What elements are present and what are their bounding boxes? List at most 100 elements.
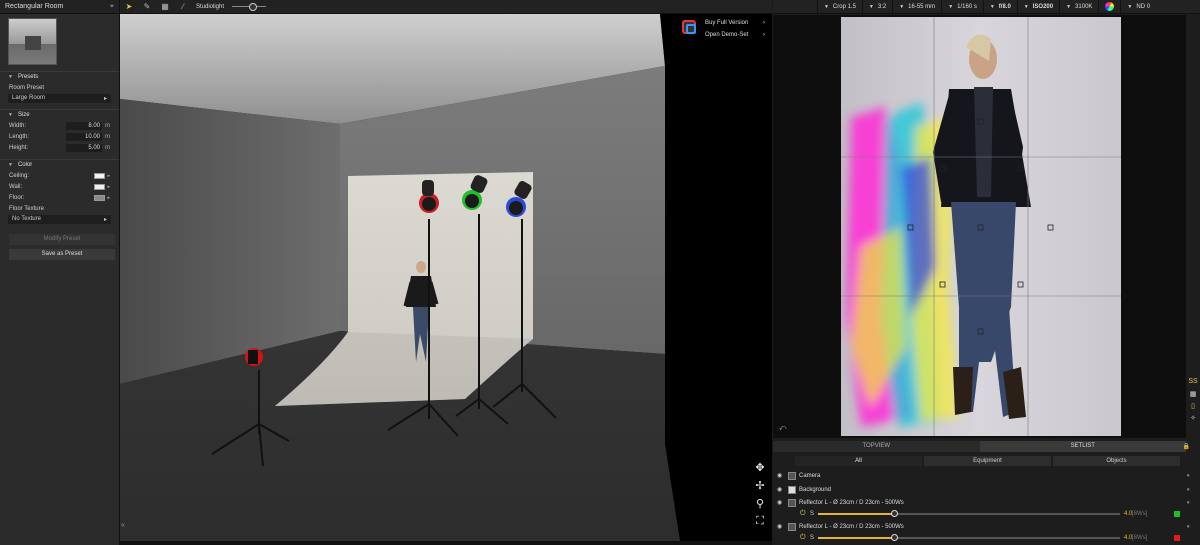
chevron-right-icon[interactable]: ▸ — [107, 173, 110, 179]
iso-selector[interactable]: ▼ ISO200 — [1016, 0, 1059, 14]
filter-objects[interactable]: Objects — [1053, 456, 1180, 466]
lock-icon[interactable]: ● — [1186, 524, 1190, 530]
power-slider-label: S — [810, 535, 815, 541]
power-icon[interactable]: ⏻ — [800, 534, 810, 542]
chevron-right-icon: › — [763, 32, 765, 38]
shutter-selector[interactable]: ▼ 1/160 s — [941, 0, 983, 14]
collapse-triangle-icon[interactable]: ▼ — [8, 112, 13, 118]
crop-selector[interactable]: ▼ Crop 1.5 — [816, 0, 862, 14]
tab-setlist[interactable]: SETLIST — [979, 441, 1186, 452]
ceiling-label: Ceiling: — [9, 172, 30, 179]
color-wheel-button[interactable] — [1098, 0, 1120, 14]
light-1-color-chip[interactable] — [1174, 511, 1180, 517]
grid-icon[interactable]: ▦ — [160, 2, 170, 11]
studio-scene[interactable] — [120, 14, 772, 541]
aspect-selector[interactable]: ▼ 3:2 — [861, 0, 892, 14]
viewport-toolbar: ➤ ✎ ▦ ∕ Studiolight — [120, 0, 772, 14]
width-input[interactable]: 8.00 — [66, 121, 102, 130]
setlist-item-light-2[interactable]: ◉ Reflector L - Ø 23cm / D 23cm - 500Ws … — [773, 521, 1200, 532]
white-balance-selector[interactable]: ▼ 3100K — [1059, 0, 1098, 14]
filter-all[interactable]: All — [795, 456, 922, 466]
floor-label: Floor: — [9, 194, 25, 201]
wall-color-swatch[interactable] — [94, 183, 106, 190]
camera-preview-area: ⤺ — [773, 15, 1186, 438]
presets-header[interactable]: ▼ Presets — [0, 71, 119, 82]
buy-full-version-label: Buy Full Version — [705, 20, 749, 26]
properties-panel: Rectangular Room ⌖ ▼ Presets Room Preset … — [0, 0, 120, 545]
navigation-controls: ✥ ✢ ⚲ ⛶ — [753, 461, 767, 533]
length-label: Length: — [9, 133, 30, 140]
visibility-eye-icon[interactable]: ◉ — [777, 523, 787, 530]
zoom-icon[interactable]: ⚲ — [753, 497, 767, 511]
visibility-eye-icon[interactable]: ◉ — [777, 472, 787, 479]
camera-panel: ▼ Crop 1.5 ▼ 3:2 ▼ 16-55 mm ▼ 1/160 s ▼ f/8.0… — [773, 0, 1200, 545]
portrait-frame-icon[interactable]: ▯ — [1186, 402, 1200, 414]
open-demo-set-link[interactable]: Open Demo-Set › — [705, 32, 765, 38]
fit-view-icon[interactable]: ⛶ — [753, 515, 767, 529]
lock-icon[interactable]: ● — [1186, 487, 1190, 493]
background-icon — [788, 485, 796, 494]
select-arrow-icon[interactable]: ➤ — [124, 2, 134, 11]
setlist-item-light-1[interactable]: ◉ Reflector L - Ø 23cm / D 23cm - 500Ws … — [773, 497, 1200, 508]
floor-color-swatch[interactable] — [94, 194, 106, 201]
setlist-item-background[interactable]: ◉ Background ● — [773, 484, 1200, 495]
dropdown-triangle-icon: ▼ — [1066, 3, 1072, 10]
lock-icon[interactable]: 🔒 — [1183, 443, 1190, 450]
aperture-selector[interactable]: ▼ f/8.0 — [982, 0, 1017, 14]
modify-preset-button[interactable]: Modify Preset — [9, 234, 115, 245]
visibility-eye-icon[interactable]: ◉ — [777, 486, 787, 493]
pin-icon[interactable]: ⌖ — [110, 3, 114, 10]
focus-point-icon[interactable]: ✧ — [1186, 414, 1200, 426]
floor-texture-dropdown[interactable]: No Texture ▸ — [8, 215, 111, 224]
room-preset-value: Large Room — [12, 95, 46, 101]
collapse-triangle-icon[interactable]: ▼ — [8, 74, 13, 80]
grid-overlay-icon[interactable]: ▦ — [1186, 390, 1200, 402]
room-preset-dropdown[interactable]: Large Room ▸ — [8, 94, 111, 103]
dropdown-triangle-icon: ▼ — [1023, 3, 1029, 10]
orbit-icon[interactable]: ✥ — [753, 461, 767, 475]
safe-frame-icon[interactable]: SS — [1186, 378, 1200, 390]
room-thumbnail[interactable] — [8, 18, 57, 65]
height-input[interactable]: 5.00 — [66, 143, 102, 152]
floor-texture-label: Floor Texture — [9, 205, 44, 212]
light-1-power-slider[interactable] — [818, 510, 1120, 517]
iso-value: ISO200 — [1032, 3, 1054, 10]
power-value: 4.0 — [1124, 511, 1133, 517]
ceiling-color-swatch[interactable] — [94, 172, 106, 179]
filter-equipment[interactable]: Equipment — [924, 456, 1051, 466]
preview-side-toolbar: SS ▦ ▯ ✧ — [1186, 378, 1200, 426]
save-as-preset-button[interactable]: Save as Preset — [9, 249, 115, 260]
light-2-color-chip[interactable] — [1174, 535, 1180, 541]
color-wheel-icon — [1105, 2, 1115, 11]
power-icon[interactable]: ⏻ — [800, 510, 810, 518]
expand-icon[interactable]: ⤺ — [779, 425, 786, 433]
size-header[interactable]: ▼ Size — [0, 109, 119, 120]
nd-selector[interactable]: ▼ ND 0 — [1120, 0, 1156, 14]
reflector-icon — [788, 522, 796, 531]
camera-preview-image[interactable] — [841, 17, 1121, 436]
light-mode-slider[interactable] — [232, 3, 267, 11]
collapse-panel-icon[interactable]: « — [121, 522, 125, 529]
3d-viewport[interactable]: ➤ ✎ ▦ ∕ Studiolight Buy Full Version › O… — [120, 0, 772, 545]
light-2-power-slider[interactable] — [818, 534, 1120, 541]
lens-selector[interactable]: ▼ 16-55 mm — [892, 0, 941, 14]
setlist-item-label: Camera — [799, 472, 821, 479]
setlist-item-label: Reflector L - Ø 23cm / D 23cm - 500Ws — [799, 523, 904, 530]
buy-full-version-link[interactable]: Buy Full Version › — [705, 20, 765, 26]
visibility-eye-icon[interactable]: ◉ — [777, 499, 787, 506]
size-section: ▼ Size Width: 8.00 m Length: 10.00 m Height: 5… — [0, 109, 119, 153]
length-input[interactable]: 10.00 — [66, 132, 102, 141]
setlist-item-camera[interactable]: ◉ Camera ● — [773, 470, 1200, 481]
pen-icon[interactable]: ✎ — [142, 2, 152, 11]
dropdown-triangle-icon: ▼ — [823, 3, 829, 10]
chevron-right-icon[interactable]: ▸ — [107, 195, 110, 201]
lock-icon[interactable]: ● — [1186, 473, 1190, 479]
measure-line-icon[interactable]: ∕ — [178, 2, 188, 11]
pan-icon[interactable]: ✢ — [753, 479, 767, 493]
room-preset-label: Room Preset — [9, 84, 45, 91]
chevron-right-icon[interactable]: ▸ — [107, 184, 110, 190]
color-header[interactable]: ▼ Color — [0, 159, 119, 170]
tab-topview[interactable]: TOPVIEW — [773, 441, 980, 452]
collapse-triangle-icon[interactable]: ▼ — [8, 162, 13, 168]
lock-icon[interactable]: ● — [1186, 500, 1190, 506]
